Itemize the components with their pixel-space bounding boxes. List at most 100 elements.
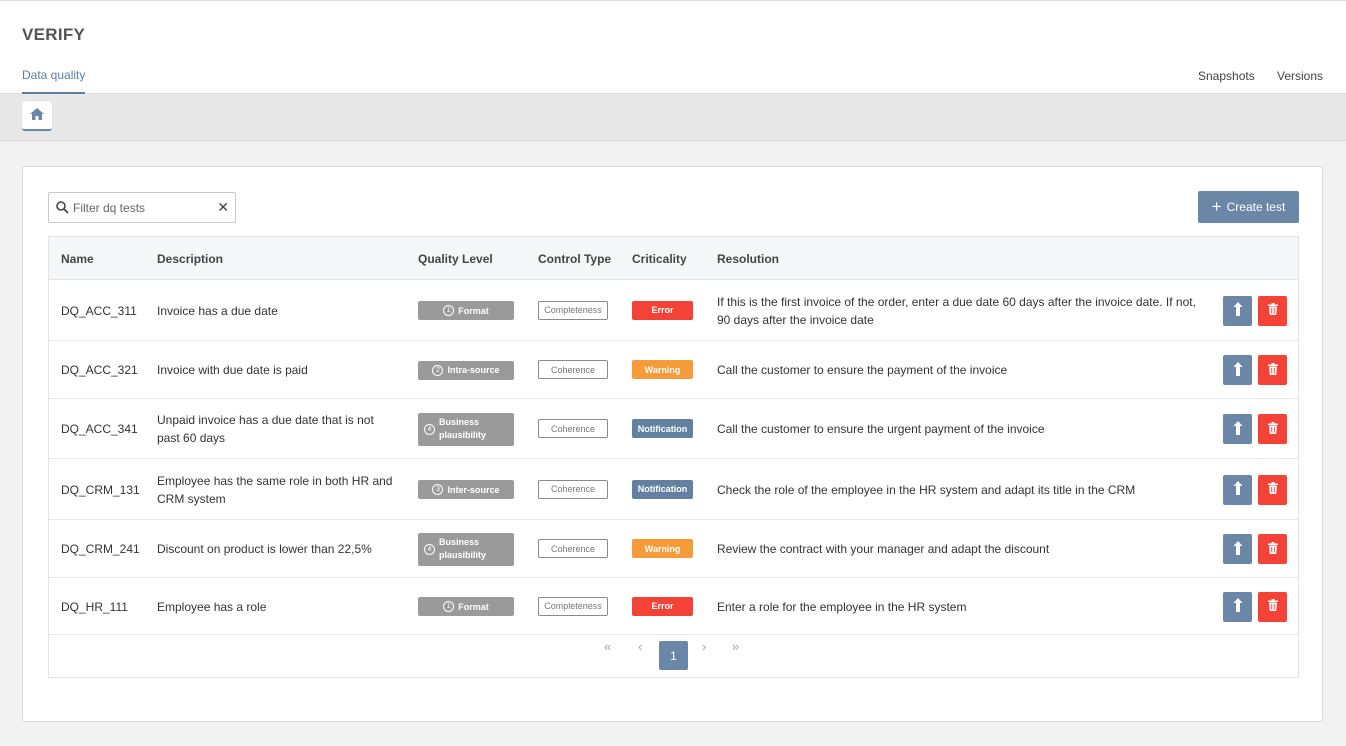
promote-button[interactable] [1223, 591, 1252, 622]
arrow-up-icon [1233, 598, 1243, 615]
test-resolution: Call the customer to ensure the urgent p… [717, 420, 1212, 438]
test-name: DQ_ACC_321 [61, 363, 138, 377]
quality-level-badge: 1 Format [418, 301, 514, 320]
test-name: DQ_ACC_341 [61, 422, 138, 436]
pagination: « ‹ 1 › » [49, 635, 1298, 677]
column-header-description[interactable]: Description [157, 252, 223, 266]
promote-button[interactable] [1223, 534, 1252, 564]
column-header-control-type[interactable]: Control Type [538, 252, 611, 266]
dq-tests-table: Name Description Quality Level Control T… [48, 236, 1299, 678]
delete-button[interactable] [1258, 474, 1287, 505]
test-resolution: Call the customer to ensure the payment … [717, 361, 1212, 379]
tab-snapshots[interactable]: Snapshots [1198, 69, 1255, 83]
test-name: DQ_CRM_241 [61, 542, 140, 556]
criticality-badge: Error [632, 300, 693, 320]
page-1-button[interactable]: 1 [659, 641, 688, 670]
test-description: Employee has the same role in both HR an… [157, 472, 407, 508]
delete-button[interactable] [1258, 534, 1287, 564]
home-icon [30, 107, 44, 123]
level-number-icon: 3 [432, 484, 444, 495]
table-row[interactable]: DQ_ACC_321 Invoice with due date is paid 2… [49, 341, 1298, 399]
create-test-button[interactable]: + Create test [1198, 191, 1299, 223]
tab-data-quality[interactable]: Data quality [22, 68, 86, 94]
resolution-line: 90 days after the invoice date [717, 312, 874, 327]
criticality-badge: Warning [632, 360, 693, 379]
description-line: Unpaid invoice has a due date that is no… [157, 413, 374, 427]
quality-level-label: Business plausibility [439, 536, 486, 562]
table-row[interactable]: DQ_ACC_311 Invoice has a due date 1 Format C… [49, 280, 1298, 341]
test-description: Unpaid invoice has a due date that is no… [157, 411, 407, 447]
last-page-button[interactable]: » [732, 639, 739, 654]
test-description: Invoice has a due date [157, 302, 407, 320]
test-name: DQ_ACC_311 [61, 303, 137, 318]
test-resolution: Review the contract with your manager an… [717, 540, 1212, 558]
test-name: DQ_CRM_131 [61, 482, 140, 497]
arrow-up-icon [1233, 361, 1243, 379]
test-description: Employee has a role [157, 598, 407, 616]
dq-tests-panel: ✕ + Create test Name Description Quality… [22, 166, 1323, 722]
table-header: Name Description Quality Level Control T… [49, 237, 1298, 280]
column-header-name[interactable]: Name [61, 252, 94, 266]
quality-level-badge: 4 Business plausibility [418, 532, 514, 566]
filter-input[interactable] [73, 200, 213, 216]
tab-versions[interactable]: Versions [1277, 69, 1323, 83]
resolution-line: Call the customer to ensure the urgent p… [717, 422, 1045, 436]
table-row[interactable]: DQ_CRM_241 Discount on product is lower t… [49, 520, 1298, 578]
trash-icon [1267, 362, 1278, 378]
breadcrumb-bar [0, 94, 1346, 141]
description-line: Invoice with due date is paid [157, 363, 308, 377]
level-number-icon: 1 [443, 601, 455, 612]
criticality-badge: Notification [632, 479, 693, 499]
app-title: VERIFY [22, 25, 86, 44]
quality-level-badge: 4 Business plausibility [418, 412, 514, 446]
quality-level-line: plausibility [439, 430, 487, 440]
first-page-button[interactable]: « [604, 639, 611, 654]
test-resolution: If this is the first invoice of the orde… [717, 293, 1212, 329]
column-header-criticality[interactable]: Criticality [632, 252, 687, 266]
delete-button[interactable] [1258, 355, 1287, 385]
arrow-up-icon [1233, 540, 1243, 558]
quality-level-badge: 2 Intra-source [418, 360, 514, 380]
promote-button[interactable] [1223, 414, 1252, 444]
description-line: Discount on product is lower than 22,5% [157, 542, 372, 556]
quality-level-line: Format [458, 601, 489, 612]
table-row[interactable]: DQ_CRM_131 Employee has the same role in … [49, 459, 1298, 520]
criticality-badge: Warning [632, 539, 693, 558]
promote-button[interactable] [1223, 355, 1252, 385]
control-type-badge: Coherence [538, 539, 608, 558]
arrow-up-icon [1233, 302, 1243, 319]
table-row[interactable]: DQ_HR_111 Employee has a role 1 Format Compl… [49, 578, 1298, 635]
delete-button[interactable] [1258, 414, 1287, 444]
level-number-icon: 2 [432, 364, 444, 376]
previous-page-button[interactable]: ‹ [638, 639, 642, 654]
arrow-up-icon [1233, 420, 1243, 438]
search-icon [56, 201, 69, 217]
table-row[interactable]: DQ_ACC_341 Unpaid invoice has a due date … [49, 399, 1298, 459]
test-name: DQ_HR_111 [61, 599, 128, 614]
quality-level-badge: 3 Inter-source [418, 480, 514, 499]
description-line: past 60 days [157, 431, 226, 445]
quality-level-line: Format [458, 305, 489, 316]
next-page-button[interactable]: › [702, 639, 706, 654]
delete-button[interactable] [1258, 591, 1287, 622]
delete-button[interactable] [1258, 295, 1287, 326]
description-line: Employee has the same role in both HR an… [157, 473, 393, 488]
clear-filter-icon[interactable]: ✕ [217, 199, 229, 215]
control-type-badge: Coherence [538, 419, 608, 438]
control-type-badge: Completeness [538, 596, 608, 616]
trash-icon [1267, 421, 1278, 437]
create-test-label: Create test [1226, 200, 1286, 214]
quality-level-line: Inter-source [447, 484, 500, 495]
criticality-badge: Notification [632, 419, 693, 438]
quality-level-badge: 1 Format [418, 597, 514, 616]
test-resolution: Enter a role for the employee in the HR … [717, 598, 1212, 616]
column-header-resolution[interactable]: Resolution [717, 252, 779, 266]
quality-level-label: Intra-source [447, 365, 499, 375]
promote-button[interactable] [1223, 295, 1252, 326]
promote-button[interactable] [1223, 474, 1252, 505]
column-header-quality-level[interactable]: Quality Level [418, 252, 493, 266]
trash-icon [1267, 482, 1278, 497]
quality-level-label: Format [458, 306, 489, 316]
home-button[interactable] [22, 101, 52, 131]
level-number-icon: 4 [424, 543, 435, 555]
